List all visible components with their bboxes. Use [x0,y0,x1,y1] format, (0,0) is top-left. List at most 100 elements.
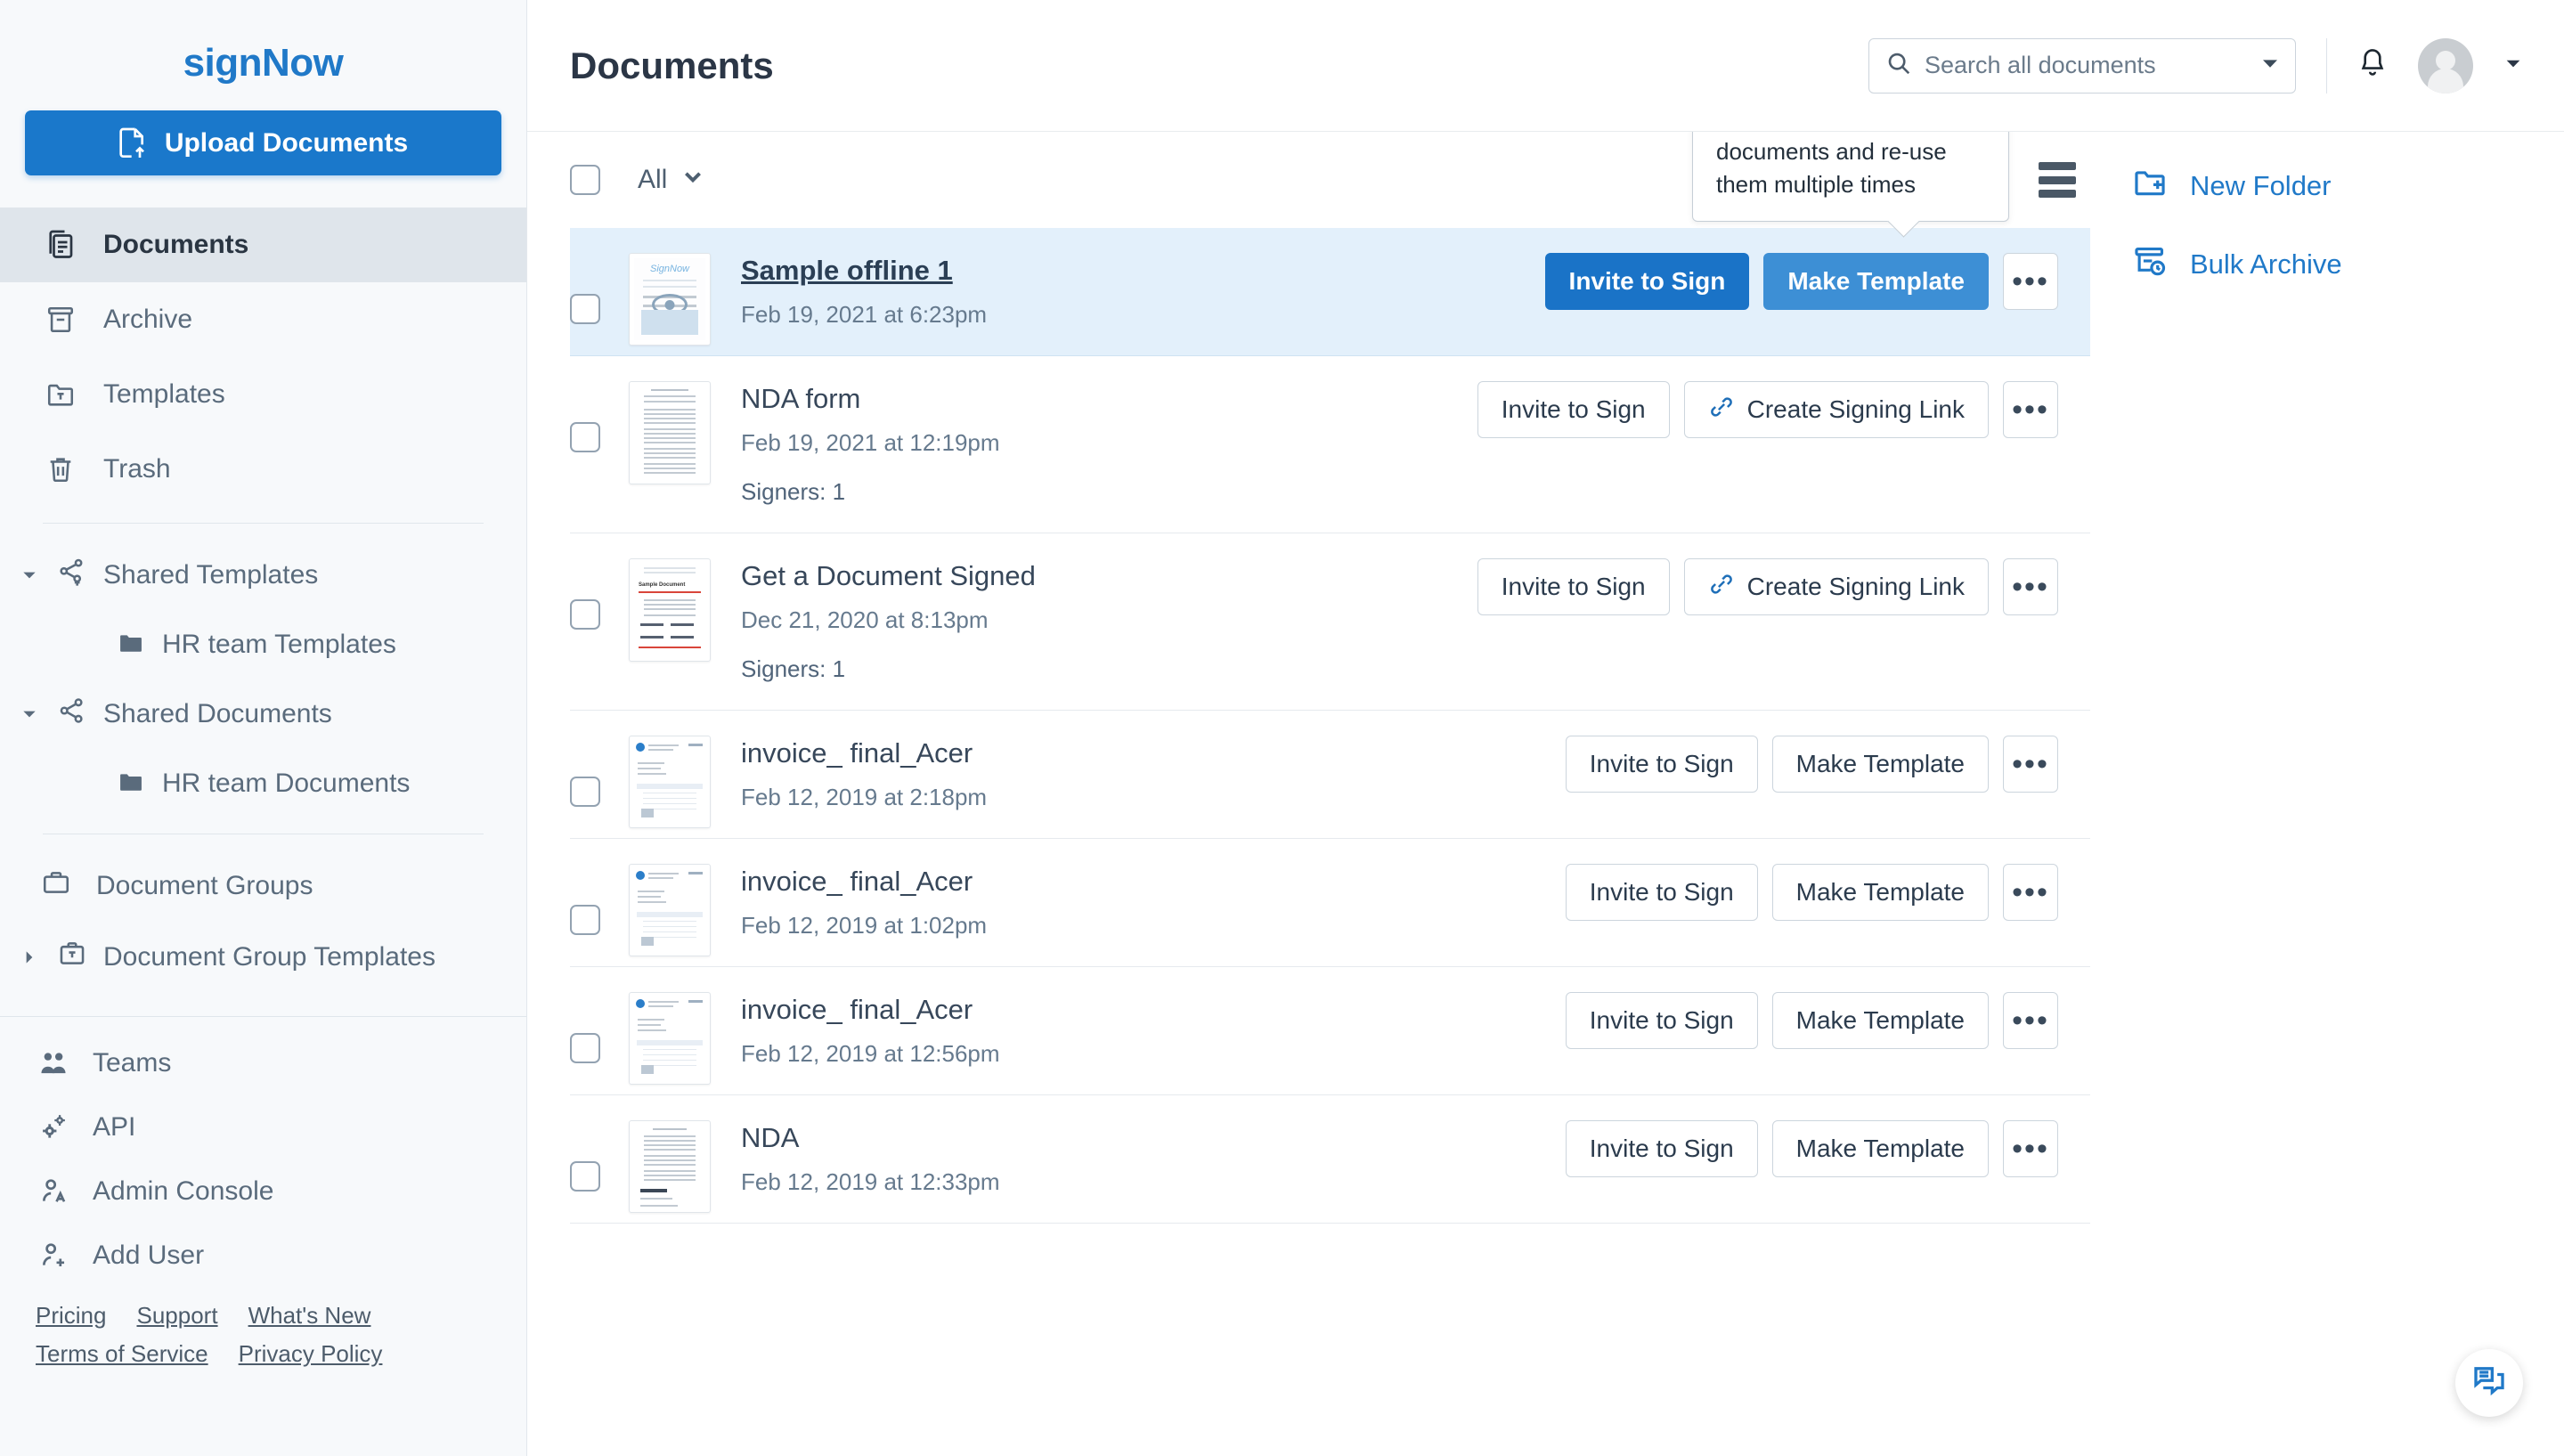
avatar[interactable] [2418,37,2473,94]
row-actions: Invite to Sign Create Signing Link ••• [1477,533,2090,615]
chat-support-button[interactable] [2455,1349,2523,1417]
document-name[interactable]: invoice_ final_Acer [741,994,1566,1026]
sidebar-item-label: HR team Documents [162,769,411,798]
row-checkbox[interactable] [570,1161,600,1192]
create-signing-link-button[interactable]: Create Signing Link [1683,558,1989,615]
sidebar-item-hr-team-templates[interactable]: HR team Templates [0,611,526,679]
sidebar-item-api[interactable]: API [0,1095,526,1159]
top-bar-right: Search all documents [1868,37,2523,94]
make-template-button[interactable]: Make Template [1771,864,1989,921]
table-row[interactable]: invoice_ final_Acer Feb 12, 2019 at 1:02… [570,839,2090,967]
document-meta: invoice_ final_Acer Feb 12, 2019 at 12:5… [711,967,1566,1094]
document-date: Feb 19, 2021 at 6:23pm [741,301,988,328]
share-template-icon [57,557,87,594]
sidebar-item-admin-console[interactable]: Admin Console [0,1159,526,1224]
document-signers: Signers: 1 [741,478,846,505]
new-folder-button[interactable]: New Folder [2133,166,2564,207]
invite-to-sign-button[interactable]: Invite to Sign [1544,253,1750,310]
chevron-down-icon [681,165,704,195]
sidebar: signNow Upload Documents Documents Archi… [0,0,527,1456]
more-actions-button[interactable]: ••• [2003,558,2058,615]
make-template-button[interactable]: Make Template [1771,736,1989,793]
document-name[interactable]: NDA [741,1122,1566,1154]
admin-user-icon [36,1174,71,1209]
briefcase-template-icon [57,939,87,976]
invite-to-sign-button[interactable]: Invite to Sign [1477,381,1670,438]
link-support[interactable]: Support [136,1302,217,1330]
link-whats-new[interactable]: What's New [248,1302,371,1330]
invite-to-sign-button[interactable]: Invite to Sign [1477,558,1670,615]
table-row[interactable]: Sample Document Get a Document Signed De… [570,533,2090,711]
document-thumbnail: SignNow [629,253,711,346]
more-actions-button[interactable]: ••• [2003,381,2058,438]
more-actions-button[interactable]: ••• [2003,1120,2058,1177]
sidebar-item-label: Archive [103,305,193,334]
table-row[interactable]: invoice_ final_Acer Feb 12, 2019 at 12:5… [570,967,2090,1095]
table-row[interactable]: invoice_ final_Acer Feb 12, 2019 at 2:18… [570,711,2090,839]
more-actions-button[interactable]: ••• [2003,253,2058,310]
bulk-archive-button[interactable]: Bulk Archive [2133,244,2564,285]
link-terms-of-service[interactable]: Terms of Service [36,1340,208,1368]
select-all-checkbox[interactable] [570,165,600,195]
document-name[interactable]: NDA form [741,383,1477,415]
more-actions-button[interactable]: ••• [2003,736,2058,793]
document-name[interactable]: Get a Document Signed [741,560,1477,592]
more-actions-button[interactable]: ••• [2003,992,2058,1049]
make-template-button[interactable]: Make Template [1771,1120,1989,1177]
link-pricing[interactable]: Pricing [36,1302,106,1330]
sidebar-item-hr-team-documents[interactable]: HR team Documents [0,750,526,817]
search-icon [1885,50,1912,81]
row-checkbox[interactable] [570,1033,600,1063]
table-row[interactable]: SignNow Sample offline 1 Feb 19, 2021 at… [570,228,2090,356]
document-date: Feb 12, 2019 at 1:02pm [741,912,988,939]
make-template-tooltip: Create templates from documents and re-u… [1692,132,2009,222]
sidebar-item-document-group-templates[interactable]: Document Group Templates [0,922,526,993]
row-checkbox[interactable] [570,599,600,630]
sidebar-item-shared-templates[interactable]: Shared Templates [0,540,526,611]
document-name[interactable]: invoice_ final_Acer [741,866,1566,898]
table-row[interactable]: NDA form Feb 19, 2021 at 12:19pm Signers… [570,356,2090,533]
sidebar-item-label: Templates [103,379,225,409]
account-menu-chevron-icon[interactable] [2503,53,2523,77]
filter-all-dropdown[interactable]: All [638,165,704,195]
sidebar-item-archive[interactable]: Archive [0,282,526,357]
row-checkbox[interactable] [570,905,600,935]
invite-to-sign-button[interactable]: Invite to Sign [1565,1120,1758,1177]
document-thumbnail [629,736,711,828]
sidebar-item-label: Shared Documents [103,699,332,728]
sidebar-item-trash[interactable]: Trash [0,432,526,507]
sidebar-item-templates[interactable]: Templates [0,357,526,432]
invite-to-sign-button[interactable]: Invite to Sign [1565,736,1758,793]
sidebar-item-teams[interactable]: Teams [0,1031,526,1095]
more-actions-button[interactable]: ••• [2003,864,2058,921]
search-dropdown-chevron-icon[interactable] [2259,53,2281,78]
chat-icon [2471,1363,2507,1403]
row-checkbox[interactable] [570,777,600,807]
row-actions: Invite to Sign Make Template ••• [1565,839,2090,921]
row-checkbox[interactable] [570,294,600,324]
sidebar-item-label: Add User [93,1240,205,1270]
upload-documents-label: Upload Documents [164,127,409,158]
brand-logo[interactable]: signNow [0,0,526,103]
link-privacy-policy[interactable]: Privacy Policy [239,1340,383,1368]
sidebar-item-add-user[interactable]: Add User [0,1224,526,1288]
upload-file-icon [118,127,147,159]
create-signing-link-button[interactable]: Create Signing Link [1683,381,1989,438]
upload-documents-button[interactable]: Upload Documents [25,110,501,175]
notifications-bell-icon[interactable] [2357,47,2388,84]
sidebar-item-document-groups[interactable]: Document Groups [0,850,526,922]
row-checkbox[interactable] [570,422,600,452]
document-name[interactable]: invoice_ final_Acer [741,737,1566,769]
invite-to-sign-button[interactable]: Invite to Sign [1565,992,1758,1049]
document-name[interactable]: Sample offline 1 [741,255,1545,287]
right-action-panel: New Folder Bulk Archive [2090,132,2564,1456]
make-template-button[interactable]: Make Template [1763,253,1989,310]
list-view-icon[interactable] [2039,162,2076,198]
invite-to-sign-button[interactable]: Invite to Sign [1565,864,1758,921]
make-template-button[interactable]: Make Template [1771,992,1989,1049]
brand-name: signNow [183,41,344,85]
search-input[interactable]: Search all documents [1868,37,2296,94]
sidebar-item-documents[interactable]: Documents [0,207,526,282]
table-row[interactable]: NDA Feb 12, 2019 at 12:33pm Invite to Si… [570,1095,2090,1224]
sidebar-item-shared-documents[interactable]: Shared Documents [0,679,526,750]
